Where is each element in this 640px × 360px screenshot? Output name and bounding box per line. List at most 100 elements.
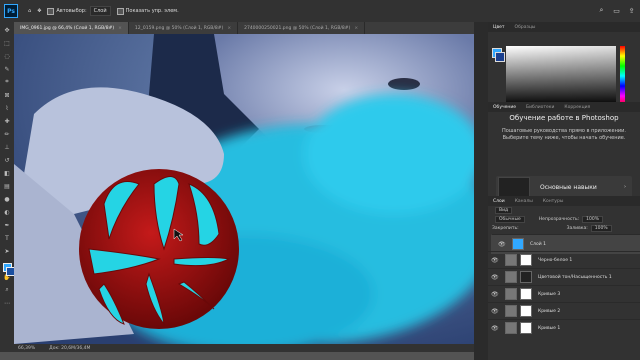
layer-name: Цветовой тон/Насыщенность 1	[538, 274, 612, 280]
layer-row[interactable]: 👁 Кривые 1	[488, 319, 640, 336]
marquee-tool[interactable]: ⬚	[2, 38, 12, 48]
close-icon[interactable]: ×	[227, 26, 231, 31]
color-field[interactable]	[506, 46, 616, 106]
layers-panel-tabs: Слои Каналы Контуры	[488, 196, 640, 206]
tab-learn[interactable]: Обучение	[488, 105, 521, 110]
learn-description: Пошаговые руководства прямо в приложении…	[502, 128, 626, 141]
frame-tool[interactable]: ⊠	[2, 90, 12, 100]
document-tabs: IMG_0961.jpg @ 66,4% (Слой 1, RGB/8#) × 1…	[14, 22, 488, 34]
opacity-label: Непрозрачность:	[538, 217, 580, 222]
type-tool[interactable]: T	[2, 233, 12, 243]
doc-tab-label: 12_0159.png @ 50% (Слой 1, RGB/8#)	[134, 25, 224, 31]
layer-row[interactable]: 👁 Цветовой тон/Насыщенность 1	[488, 268, 640, 285]
hue-slider[interactable]	[620, 46, 625, 106]
layer-row[interactable]: 👁 Черно-белое 1	[488, 251, 640, 268]
eyedropper-tool[interactable]: ⌇	[2, 103, 12, 113]
autoselect-select[interactable]: Слой	[89, 6, 111, 16]
show-controls-label: Показать упр. элем.	[125, 8, 179, 14]
show-controls-checkbox[interactable]	[116, 7, 124, 15]
more-tools-icon[interactable]: ⋯	[2, 298, 12, 308]
autoselect-checkbox[interactable]	[47, 7, 55, 15]
right-panels: Цвет Образцы Обучение Библиотеки Коррекц…	[488, 22, 640, 360]
dodge-tool[interactable]: ◐	[2, 207, 12, 217]
doc-tab[interactable]: 2740000250021.png @ 50% (Слой 1, RGB/8#)…	[238, 22, 366, 34]
layer-mask	[520, 271, 532, 283]
basic-skills-card[interactable]: Основные навыки ›	[496, 176, 632, 198]
tab-layers[interactable]: Слои	[488, 199, 510, 204]
home-icon[interactable]: ⌂	[28, 8, 31, 14]
layer-row[interactable]: 👁 Кривые 2	[488, 302, 640, 319]
panel-icon-strip	[474, 22, 488, 360]
move-tool-icon[interactable]: ✥	[37, 8, 41, 14]
status-bar: 66,39% Док: 20,6M/36,4M	[14, 344, 474, 352]
document-canvas[interactable]	[14, 34, 474, 344]
blur-tool[interactable]: ●	[2, 194, 12, 204]
search-icon[interactable]: ⌕	[597, 6, 606, 15]
tab-libraries[interactable]: Библиотеки	[521, 105, 559, 110]
color-panel-tabs: Цвет Образцы	[488, 22, 640, 32]
eye-icon[interactable]: 👁	[498, 241, 506, 248]
layer-row[interactable]: 👁 Кривые 3	[488, 285, 640, 302]
tab-color[interactable]: Цвет	[488, 25, 510, 30]
lock-label: Закрепить:	[492, 226, 519, 231]
layer-thumbnail	[505, 271, 517, 283]
eye-icon[interactable]: 👁	[491, 257, 499, 264]
opacity-input[interactable]: 100%	[582, 216, 604, 223]
crop-tool[interactable]: ⌗	[2, 77, 12, 87]
gradient-tool[interactable]: ▤	[2, 181, 12, 191]
doc-size: Док: 20,6M/36,4M	[49, 345, 91, 351]
zoom-tool[interactable]: ⌕	[2, 285, 12, 295]
canvas-image	[14, 34, 474, 344]
share-icon[interactable]: ⇪	[627, 6, 636, 15]
layer-name: Кривые 1	[538, 325, 561, 331]
blend-mode-select[interactable]: Обычные	[495, 216, 525, 223]
layer-kind-select[interactable]: Вид	[495, 207, 513, 214]
layer-mask	[520, 322, 532, 334]
healing-tool[interactable]: ✚	[2, 116, 12, 126]
workspace-icon[interactable]: ▭	[612, 6, 621, 15]
path-select-tool[interactable]: ➤	[2, 246, 12, 256]
layer-name: Кривые 2	[538, 308, 561, 314]
layers-panel: Слои Каналы Контуры Вид Обычные Непрозра…	[488, 196, 640, 360]
layer-thumbnail	[512, 238, 524, 250]
close-icon[interactable]: ×	[118, 26, 122, 31]
learn-panel-tabs: Обучение Библиотеки Коррекция	[488, 102, 640, 112]
tab-channels[interactable]: Каналы	[510, 199, 538, 204]
autoselect-toggle[interactable]: Автовыбор: Слой	[47, 6, 111, 16]
history-brush-tool[interactable]: ↺	[2, 155, 12, 165]
fill-input[interactable]: 100%	[590, 225, 612, 232]
layer-name: Слой 1	[530, 241, 546, 247]
lasso-tool[interactable]: ◌	[2, 51, 12, 61]
doc-tab-label: IMG_0961.jpg @ 66,4% (Слой 1, RGB/8#)	[20, 25, 115, 31]
tab-paths[interactable]: Контуры	[538, 199, 569, 204]
options-bar: Ps ⌂ ✥ Автовыбор: Слой Показать упр. эле…	[0, 0, 640, 23]
pen-tool[interactable]: ✒	[2, 220, 12, 230]
eye-icon[interactable]: 👁	[491, 325, 499, 332]
doc-tab[interactable]: IMG_0961.jpg @ 66,4% (Слой 1, RGB/8#) ×	[14, 22, 129, 34]
blend-bar: Обычные Непрозрачность: 100%	[488, 215, 640, 224]
autoselect-label: Автовыбор:	[56, 8, 87, 14]
eye-icon[interactable]: 👁	[491, 274, 499, 281]
doc-tab[interactable]: 12_0159.png @ 50% (Слой 1, RGB/8#) ×	[129, 22, 239, 34]
move-tool[interactable]: ✥	[2, 25, 12, 35]
layer-thumbnail	[505, 322, 517, 334]
tab-swatches[interactable]: Образцы	[510, 25, 541, 30]
show-controls-toggle[interactable]: Показать упр. элем.	[116, 7, 179, 15]
lock-bar: Закрепить: Заливка: 100%	[488, 224, 640, 233]
layer-thumbnail	[505, 254, 517, 266]
quick-select-tool[interactable]: ✎	[2, 64, 12, 74]
layer-name: Черно-белое 1	[538, 257, 573, 263]
eye-icon[interactable]: 👁	[491, 308, 499, 315]
eye-icon[interactable]: 👁	[491, 291, 499, 298]
layer-mask	[520, 288, 532, 300]
brush-tool[interactable]: ✏	[2, 129, 12, 139]
fill-label: Заливка:	[566, 226, 588, 231]
zoom-level[interactable]: 66,39%	[18, 346, 35, 351]
panel-background-swatch[interactable]	[495, 52, 505, 62]
close-icon[interactable]: ×	[354, 26, 358, 31]
photoshop-logo[interactable]: Ps	[0, 0, 22, 22]
card-thumbnail	[498, 177, 530, 197]
tab-adjustments[interactable]: Коррекция	[559, 105, 595, 110]
stamp-tool[interactable]: ⊥	[2, 142, 12, 152]
eraser-tool[interactable]: ◧	[2, 168, 12, 178]
